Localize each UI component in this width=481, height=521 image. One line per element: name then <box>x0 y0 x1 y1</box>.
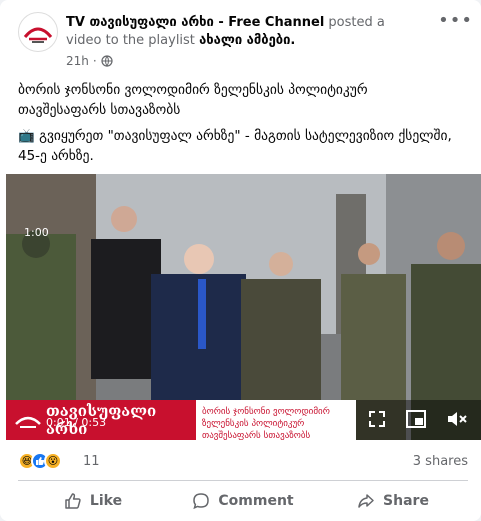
post-line-2: 📺 გვიყურეთ "თავისუფალ არხზე" - მაგთის სა… <box>18 128 452 164</box>
playlist-link[interactable]: ახალი ამბები. <box>199 33 295 48</box>
like-label: Like <box>89 493 123 509</box>
post-text: ბორის ჯონსონი ვოლოდიმირ ზელენსკის პოლიტი… <box>18 80 458 166</box>
more-options-icon[interactable]: ••• <box>438 10 473 31</box>
post-card: TV თავისუფალი არხი - Free Channel posted… <box>0 0 481 521</box>
comment-label: Comment <box>218 493 294 509</box>
settings-icon[interactable] <box>328 410 348 434</box>
wow-icon: 😮 <box>44 452 62 470</box>
mute-icon[interactable] <box>446 410 468 432</box>
fullscreen-icon[interactable] <box>368 410 386 432</box>
video-player[interactable]: 1:00 თავისუფალი არხი ბორის ჯონსონი ვოლოდ… <box>6 174 481 440</box>
comment-button[interactable]: Comment <box>168 484 318 518</box>
share-arrow-icon <box>358 494 374 508</box>
reaction-count[interactable]: 11 <box>83 454 100 469</box>
post-meta: 21h · <box>66 54 113 68</box>
header-line: TV თავისუფალი არხი - Free Channel posted… <box>66 14 416 50</box>
page-avatar[interactable] <box>18 12 58 52</box>
post-header: TV თავისუფალი არხი - Free Channel posted… <box>18 12 458 72</box>
miniplayer-icon[interactable] <box>406 410 426 432</box>
video-timer: 0:01 / 0:53 <box>46 416 107 429</box>
action-bar: Like Comment Share <box>18 484 468 518</box>
share-button[interactable]: Share <box>318 484 468 518</box>
divider <box>18 480 468 481</box>
comment-icon <box>193 493 210 510</box>
share-label: Share <box>383 493 429 509</box>
reaction-icons[interactable]: 😆 😮 <box>18 452 62 470</box>
share-count[interactable]: 3 shares <box>413 454 468 469</box>
globe-icon <box>101 55 113 67</box>
page-name-link[interactable]: TV თავისუფალი არხი - Free Channel <box>66 15 324 30</box>
reaction-stats: 😆 😮 11 3 shares <box>18 450 468 474</box>
like-button[interactable]: Like <box>18 484 168 518</box>
overlay-time: 1:00 <box>24 226 49 239</box>
brand-logo-icon <box>15 416 41 428</box>
timestamp-link[interactable]: 21h <box>66 54 89 68</box>
thumbs-up-icon <box>65 493 81 509</box>
post-line-1: ბორის ჯონსონი ვოლოდიმირ ზელენსკის პოლიტი… <box>18 82 368 118</box>
logo-icon <box>23 27 53 43</box>
